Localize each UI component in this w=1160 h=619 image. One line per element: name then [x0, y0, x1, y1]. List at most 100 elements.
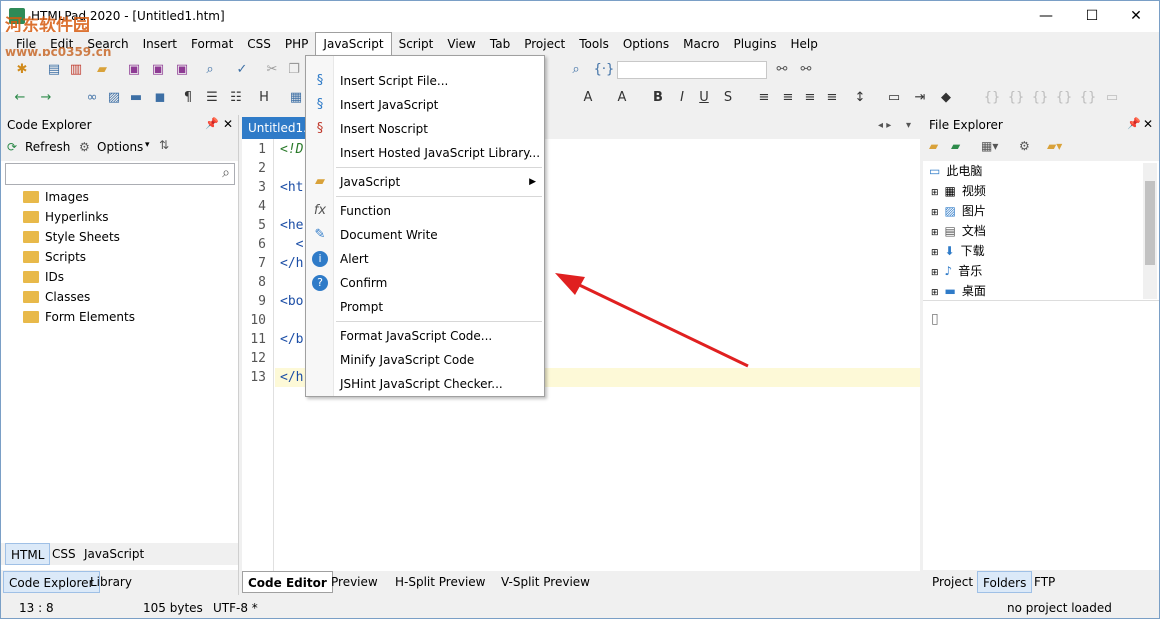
tree-item-videos[interactable]: ⊞ ▦ 视频	[931, 181, 986, 201]
menu-script[interactable]: Script	[392, 33, 441, 55]
tree-item-pictures[interactable]: ⊞ ▨ 图片	[931, 201, 986, 221]
view-mode-icon[interactable]: ▦▾	[981, 139, 998, 153]
menu-item-alert[interactable]: i Alert	[306, 247, 544, 271]
tab-css[interactable]: CSS	[47, 543, 81, 565]
search-icon[interactable]: ⌕	[222, 165, 230, 181]
menu-insert[interactable]: Insert	[136, 33, 184, 55]
link-icon[interactable]: ∞	[83, 88, 101, 106]
find-icon[interactable]: ⌕	[201, 60, 219, 78]
menu-item-minify-js[interactable]: Minify JavaScript Code	[306, 348, 544, 372]
menu-view[interactable]: View	[440, 33, 482, 55]
minimize-button[interactable]: —	[1023, 1, 1069, 31]
table-icon[interactable]: ▦	[287, 88, 305, 106]
menu-item-insert-hosted-library[interactable]: Insert Hosted JavaScript Library...	[306, 141, 544, 165]
fill-color-icon[interactable]: ◆	[937, 88, 955, 106]
braces4-icon[interactable]: {}	[1055, 88, 1073, 106]
tab-preview[interactable]: Preview	[326, 571, 383, 593]
save-as-icon[interactable]: ▣	[173, 60, 191, 78]
tree-item-music[interactable]: ⊞ ♪ 音乐	[931, 261, 982, 281]
menu-item-insert-noscript[interactable]: § Insert Noscript	[306, 117, 544, 141]
tree-item-scripts[interactable]: Scripts	[23, 247, 86, 267]
indent-icon[interactable]: ⇥	[911, 88, 929, 106]
justify-icon[interactable]: ≡	[823, 88, 841, 106]
code-explorer-search[interactable]: ⌕	[5, 163, 235, 185]
open-folder-icon[interactable]: ▰	[93, 60, 111, 78]
menu-item-format-js[interactable]: Format JavaScript Code...	[306, 324, 544, 348]
forward-arrow-icon[interactable]: →	[37, 88, 55, 106]
menu-item-document-write[interactable]: ✎ Document Write	[306, 223, 544, 247]
bullet-list-icon[interactable]: ☰	[203, 88, 221, 106]
tab-v-split-preview[interactable]: V-Split Preview	[496, 571, 595, 593]
pdf-icon[interactable]: ▥	[67, 60, 85, 78]
tree-item-style-sheets[interactable]: Style Sheets	[23, 227, 120, 247]
menu-item-insert-javascript[interactable]: § Insert JavaScript	[306, 93, 544, 117]
preview-icon[interactable]: ⌕	[567, 60, 585, 78]
back-arrow-icon[interactable]: ←	[11, 88, 29, 106]
menu-item-jshint[interactable]: JSHint JavaScript Checker...	[306, 372, 544, 396]
expand-icon[interactable]: ⊞	[931, 248, 939, 258]
tree-item-hyperlinks[interactable]: Hyperlinks	[23, 207, 109, 227]
menu-item-prompt[interactable]: Prompt	[306, 295, 544, 319]
scrollbar-thumb[interactable]	[1145, 181, 1155, 265]
tab-project[interactable]: Project	[927, 571, 978, 593]
file-icon[interactable]: ▯	[931, 311, 939, 327]
new-html-icon[interactable]: ▤	[45, 60, 63, 78]
snippet-icon[interactable]: {·}	[594, 60, 615, 78]
menu-plugins[interactable]: Plugins	[726, 33, 783, 55]
save-icon[interactable]: ▣	[125, 60, 143, 78]
menu-item-javascript-submenu[interactable]: ▰ JavaScript ▶	[306, 170, 544, 194]
tree-item-form-elements[interactable]: Form Elements	[23, 307, 135, 327]
align-center-icon[interactable]: ≡	[779, 88, 797, 106]
menu-css[interactable]: CSS	[240, 33, 278, 55]
tree-scrollbar[interactable]	[1143, 163, 1157, 299]
heading-icon[interactable]: H	[255, 88, 273, 106]
copy-icon[interactable]: ❐	[285, 60, 303, 78]
box-icon[interactable]: ▭	[1103, 88, 1121, 106]
menu-php[interactable]: PHP	[278, 33, 316, 55]
expand-icon[interactable]: ⊞	[931, 268, 939, 278]
braces-icon[interactable]: {}	[983, 88, 1001, 106]
tree-item-ids[interactable]: IDs	[23, 267, 64, 287]
panel-close-icon[interactable]: ✕	[223, 117, 233, 131]
options-button[interactable]: Options	[97, 140, 143, 154]
snippet-combo[interactable]	[617, 61, 767, 79]
font-icon[interactable]: A	[613, 88, 631, 106]
new-file-icon[interactable]: ✱	[13, 60, 31, 78]
menu-item-insert-script-file[interactable]: § Insert Script File...	[306, 69, 544, 93]
pin-icon[interactable]: 📌	[205, 117, 219, 130]
tree-item-downloads[interactable]: ⊞ ⬇ 下载	[931, 241, 985, 261]
expand-icon[interactable]: ⊞	[931, 288, 939, 298]
menu-tab[interactable]: Tab	[483, 33, 517, 55]
editor-tab-untitled1[interactable]: Untitled1.h	[242, 117, 315, 139]
options-dropdown-icon[interactable]: ▾	[145, 140, 150, 150]
spellcheck-icon[interactable]: ✓	[233, 60, 251, 78]
binoculars-icon[interactable]: ⚯	[773, 60, 791, 78]
strikethrough-icon[interactable]: S	[719, 88, 737, 106]
font-size-icon[interactable]: A	[579, 88, 597, 106]
menu-project[interactable]: Project	[517, 33, 572, 55]
settings-gear-icon[interactable]: ⚙	[1019, 139, 1030, 153]
menu-item-confirm[interactable]: ? Confirm	[306, 271, 544, 295]
paragraph-icon[interactable]: ¶	[179, 88, 197, 106]
underline-icon[interactable]: U	[695, 88, 713, 106]
align-left-icon[interactable]: ≡	[755, 88, 773, 106]
cut-icon[interactable]: ✂	[263, 60, 281, 78]
tab-library[interactable]: Library	[85, 571, 137, 593]
tab-h-split-preview[interactable]: H-Split Preview	[390, 571, 491, 593]
maximize-button[interactable]: ☐	[1069, 1, 1115, 31]
folder-dropdown-icon[interactable]: ▰▾	[1047, 139, 1062, 153]
numbered-list-icon[interactable]: ☷	[227, 88, 245, 106]
italic-icon[interactable]: I	[673, 88, 691, 106]
tree-item-desktop[interactable]: ⊞ ▬ 桌面	[931, 281, 986, 301]
expand-icon[interactable]: ⊞	[931, 188, 939, 198]
hr-icon[interactable]: ▬	[127, 88, 145, 106]
braces5-icon[interactable]: {}	[1079, 88, 1097, 106]
menu-help[interactable]: Help	[783, 33, 824, 55]
save-all-icon[interactable]: ▣	[149, 60, 167, 78]
image-icon[interactable]: ▨	[105, 88, 123, 106]
refresh-button[interactable]: Refresh	[25, 140, 70, 154]
expand-icon[interactable]: ⊞	[931, 228, 939, 238]
folder-up-icon[interactable]: ▰	[929, 139, 938, 153]
close-button[interactable]: ✕	[1113, 1, 1159, 31]
tab-ftp[interactable]: FTP	[1029, 571, 1060, 593]
